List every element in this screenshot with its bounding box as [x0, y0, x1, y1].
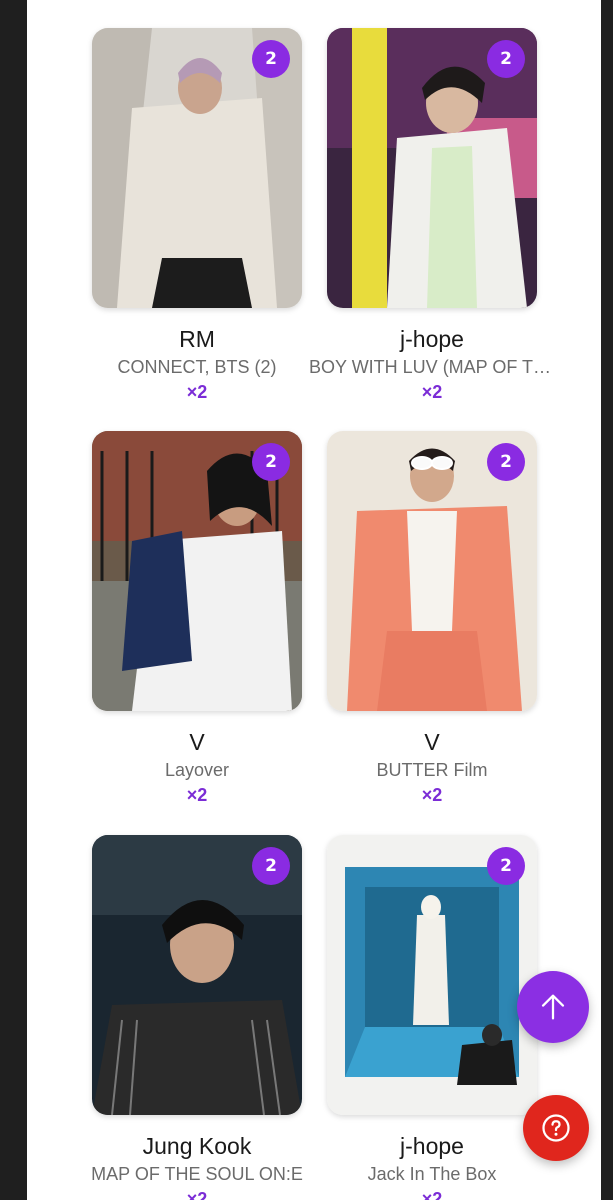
- photocard-card[interactable]: 2 j-hope BOY WITH LUV (MAP OF THE SOUL :…: [289, 28, 575, 403]
- count-badge: 2: [252, 847, 290, 885]
- photocard-image[interactable]: 2: [92, 835, 302, 1115]
- frame-right: [601, 0, 613, 1200]
- count-badge: 2: [252, 443, 290, 481]
- frame-left: [0, 0, 27, 1200]
- owned-count: ×2: [421, 785, 443, 805]
- member-name: j-hope: [400, 326, 464, 352]
- album-title: BOY WITH LUV (MAP OF THE SOUL : PERSONA): [309, 357, 575, 377]
- photocard-card[interactable]: 2 V Layover ×2: [54, 431, 302, 806]
- photocard-image[interactable]: 2: [92, 28, 302, 308]
- scroll-to-top-button[interactable]: [517, 971, 589, 1043]
- count-badge: 2: [252, 40, 290, 78]
- album-title: Jack In The Box: [367, 1164, 497, 1184]
- collection-grid: 2 RM CONNECT, BTS (2) ×2 2 j-hope BOY WI…: [27, 0, 601, 1200]
- photocard-image[interactable]: 2: [327, 431, 537, 711]
- photocard-image[interactable]: 2: [92, 431, 302, 711]
- album-title: BUTTER Film: [376, 760, 488, 780]
- count-badge: 2: [487, 847, 525, 885]
- photocard-image[interactable]: 2: [327, 835, 537, 1115]
- photocard-card[interactable]: 2 V BUTTER Film ×2: [289, 431, 537, 806]
- owned-count: ×2: [421, 382, 443, 402]
- photocard-image[interactable]: 2: [327, 28, 537, 308]
- count-badge: 2: [487, 40, 525, 78]
- photocard-card[interactable]: 2 RM CONNECT, BTS (2) ×2: [54, 28, 302, 403]
- count-badge: 2: [487, 443, 525, 481]
- photocard-card[interactable]: 2 j-hope Jack In The Box ×2: [289, 835, 537, 1200]
- arrow-up-icon: [541, 994, 565, 1020]
- owned-count: ×2: [421, 1189, 443, 1200]
- help-button[interactable]: [523, 1095, 589, 1161]
- member-name: V: [424, 729, 440, 755]
- question-icon: [542, 1114, 570, 1142]
- photocard-card[interactable]: 2 Jung Kook MAP OF THE SOUL ON:E ×2: [54, 835, 303, 1200]
